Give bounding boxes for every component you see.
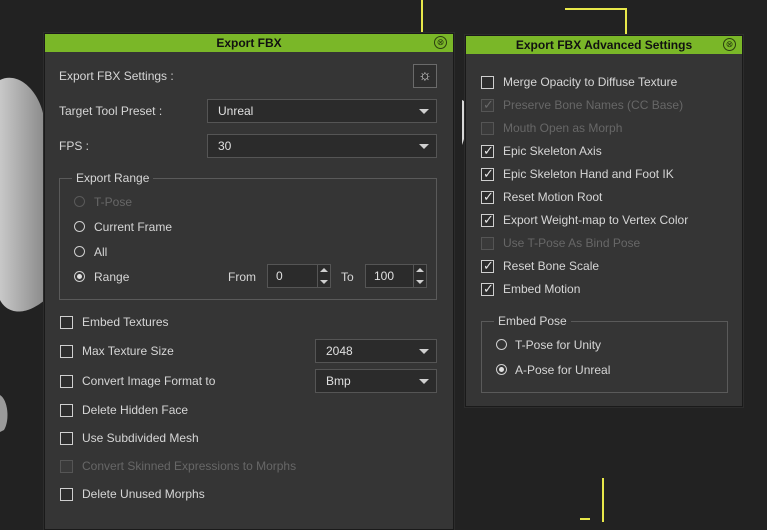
export-fbx-dialog: Export FBX ⊗ Export FBX Settings : ☼ Tar…	[44, 33, 454, 530]
fps-label: FPS :	[59, 139, 90, 153]
from-value: 0	[276, 269, 283, 283]
export-fbx-titlebar[interactable]: Export FBX ⊗	[45, 34, 453, 52]
viewport-guide-line	[565, 8, 625, 10]
advanced-option-label: Mouth Open as Morph	[503, 121, 623, 135]
check-icon: ✓	[483, 281, 494, 296]
use-subdivided-mesh-label: Use Subdivided Mesh	[82, 431, 199, 445]
image-format-dropdown[interactable]: Bmp	[315, 369, 437, 393]
advanced-option-checkbox[interactable]: ✓	[481, 212, 494, 227]
advanced-option-checkbox[interactable]: ✓	[481, 258, 494, 273]
chevron-down-icon	[419, 144, 429, 149]
advanced-settings-dialog: Export FBX Advanced Settings ⊗ Merge Opa…	[465, 35, 743, 407]
gear-icon: ☼	[418, 67, 432, 84]
delete-hidden-face-checkbox[interactable]	[60, 404, 73, 417]
radio-range[interactable]	[74, 271, 85, 282]
from-spinbox[interactable]: 0	[267, 264, 331, 288]
radio-apose-unreal[interactable]	[496, 364, 507, 375]
check-icon: ✓	[483, 143, 494, 158]
fps-dropdown[interactable]: 30	[207, 134, 437, 158]
radio-current-frame-label: Current Frame	[94, 220, 173, 234]
advanced-option-label: Export Weight-map to Vertex Color	[503, 213, 689, 227]
radio-all[interactable]	[74, 246, 85, 257]
convert-image-format-label: Convert Image Format to	[82, 374, 216, 388]
to-spinbox[interactable]: 100	[365, 264, 427, 288]
advanced-option-label: Use T-Pose As Bind Pose	[503, 236, 641, 250]
chevron-down-icon	[419, 349, 429, 354]
to-label: To	[341, 270, 354, 284]
advanced-option-checkbox[interactable]: ✓	[481, 143, 494, 158]
target-preset-value: Unreal	[218, 104, 254, 118]
dialog-title: Export FBX Advanced Settings	[515, 38, 693, 52]
radio-tpose-unity-label: T-Pose for Unity	[515, 338, 602, 352]
check-icon: ✓	[483, 258, 494, 273]
close-icon[interactable]: ⊗	[434, 36, 447, 49]
spin-down-icon[interactable]	[320, 280, 328, 284]
embed-textures-checkbox[interactable]	[60, 316, 73, 329]
spin-down-icon[interactable]	[416, 280, 424, 284]
check-icon: ✓	[483, 97, 494, 112]
convert-skinned-label: Convert Skinned Expressions to Morphs	[82, 459, 297, 473]
advanced-option-label: Reset Motion Root	[503, 190, 603, 204]
use-subdivided-mesh-checkbox[interactable]	[60, 432, 73, 445]
export-range-group: Export Range T-Pose Current Frame All Ra…	[59, 171, 437, 300]
radio-tpose[interactable]	[74, 196, 85, 207]
spin-up-icon[interactable]	[416, 268, 424, 272]
fps-value: 30	[218, 139, 232, 153]
radio-all-label: All	[94, 245, 108, 259]
advanced-option-checkbox[interactable]: ✓	[481, 281, 494, 296]
from-label: From	[228, 270, 256, 284]
to-value: 100	[374, 269, 395, 283]
dialog-title: Export FBX	[216, 36, 282, 50]
viewport-guide-line	[602, 478, 604, 522]
viewport-guide-line	[421, 0, 423, 34]
check-icon: ✓	[483, 166, 494, 181]
advanced-option-label: Epic Skeleton Hand and Foot IK	[503, 167, 674, 181]
viewport-guide-line	[580, 518, 590, 520]
check-icon: ✓	[483, 189, 494, 204]
convert-image-format-checkbox[interactable]	[60, 375, 73, 388]
export-settings-label: Export FBX Settings :	[59, 69, 174, 83]
radio-apose-unreal-label: A-Pose for Unreal	[515, 363, 611, 377]
target-preset-label: Target Tool Preset :	[59, 104, 163, 118]
advanced-settings-titlebar[interactable]: Export FBX Advanced Settings ⊗	[466, 36, 742, 54]
max-texture-size-value: 2048	[326, 344, 353, 358]
embed-pose-title: Embed Pose	[494, 314, 571, 328]
embed-textures-label: Embed Textures	[82, 315, 169, 329]
check-icon: ✓	[483, 212, 494, 227]
advanced-option-label: Preserve Bone Names (CC Base)	[503, 98, 684, 112]
advanced-option-checkbox[interactable]: ✓	[481, 189, 494, 204]
advanced-option-label: Merge Opacity to Diffuse Texture	[503, 75, 678, 89]
viewport-guide-line	[625, 8, 627, 34]
convert-skinned-checkbox[interactable]	[60, 460, 73, 473]
radio-current-frame[interactable]	[74, 221, 85, 232]
radio-range-label: Range	[94, 270, 130, 284]
target-preset-dropdown[interactable]: Unreal	[207, 99, 437, 123]
advanced-option-checkbox[interactable]	[481, 76, 494, 89]
advanced-option-label: Reset Bone Scale	[503, 259, 600, 273]
settings-button[interactable]: ☼	[413, 64, 437, 88]
advanced-option-checkbox[interactable]: ✓	[481, 97, 494, 112]
image-format-value: Bmp	[326, 374, 351, 388]
radio-tpose-label: T-Pose	[94, 195, 133, 209]
chevron-down-icon	[419, 379, 429, 384]
max-texture-size-label: Max Texture Size	[82, 344, 174, 358]
close-icon[interactable]: ⊗	[723, 38, 736, 51]
max-texture-size-dropdown[interactable]: 2048	[315, 339, 437, 363]
advanced-option-label: Epic Skeleton Axis	[503, 144, 602, 158]
advanced-option-checkbox[interactable]	[481, 122, 494, 135]
embed-pose-group: Embed Pose T-Pose for Unity A-Pose for U…	[481, 314, 728, 393]
advanced-option-checkbox[interactable]: ✓	[481, 166, 494, 181]
max-texture-size-checkbox[interactable]	[60, 345, 73, 358]
advanced-option-checkbox[interactable]	[481, 237, 494, 250]
advanced-option-label: Embed Motion	[503, 282, 581, 296]
spin-up-icon[interactable]	[320, 268, 328, 272]
chevron-down-icon	[419, 109, 429, 114]
radio-tpose-unity[interactable]	[496, 339, 507, 350]
delete-hidden-face-label: Delete Hidden Face	[82, 403, 189, 417]
delete-unused-morphs-label: Delete Unused Morphs	[82, 487, 205, 501]
export-range-title: Export Range	[72, 171, 154, 185]
delete-unused-morphs-checkbox[interactable]	[60, 488, 73, 501]
